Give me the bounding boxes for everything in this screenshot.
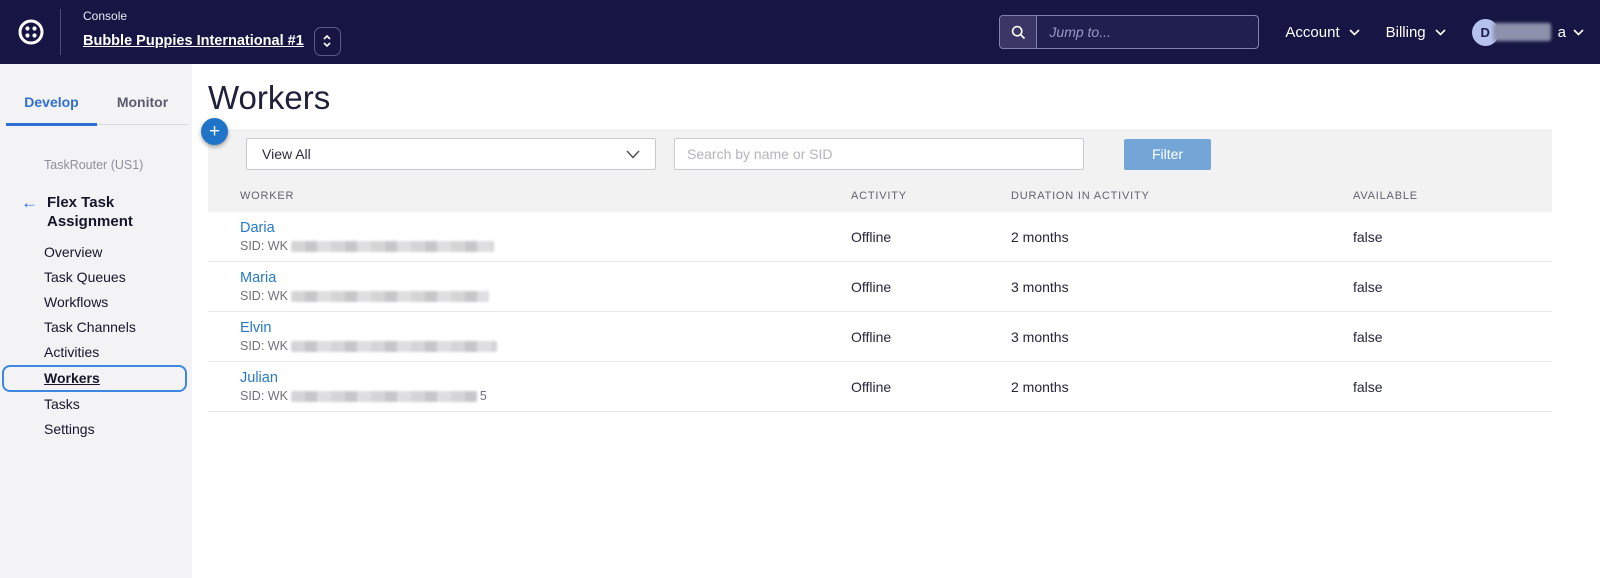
sid-label: SID: WK xyxy=(240,389,288,403)
jump-to-search xyxy=(999,15,1259,49)
account-switcher-button[interactable] xyxy=(314,27,341,56)
username-suffix: a xyxy=(1558,24,1566,41)
user-menu[interactable]: D a xyxy=(1472,19,1584,46)
activity-cell: Offline xyxy=(851,312,1011,361)
sid-label: SID: WK xyxy=(240,239,288,253)
activity-cell: Offline xyxy=(851,262,1011,311)
worker-name-link[interactable]: Elvin xyxy=(240,320,271,336)
main-content: Workers + View All Filter WORKER ACTIVIT… xyxy=(192,64,1600,578)
table-row: Julian SID: WK 5 Offline 2 months false xyxy=(208,362,1552,412)
table-header-row: WORKER ACTIVITY DURATION IN ACTIVITY AVA… xyxy=(208,179,1552,212)
available-cell: false xyxy=(1353,362,1552,411)
worker-name-link[interactable]: Daria xyxy=(240,220,275,236)
billing-menu[interactable]: Billing xyxy=(1386,24,1446,41)
worker-name-link[interactable]: Julian xyxy=(240,370,278,386)
filter-button[interactable]: Filter xyxy=(1124,139,1211,170)
tab-monitor[interactable]: Monitor xyxy=(97,84,188,126)
search-icon[interactable] xyxy=(1000,16,1037,48)
top-navigation-bar: Console Bubble Puppies International #1 … xyxy=(0,0,1600,64)
table-row: Maria SID: WK Offline 3 months false xyxy=(208,262,1552,312)
divider xyxy=(60,9,61,55)
tab-develop[interactable]: Develop xyxy=(6,84,97,126)
sidebar-item-settings[interactable]: Settings xyxy=(0,417,192,442)
available-cell: false xyxy=(1353,212,1552,261)
table-row: Daria SID: WK Offline 2 months false xyxy=(208,212,1552,262)
workers-toolbar: View All Filter xyxy=(208,129,1552,179)
redacted-username xyxy=(1493,23,1551,41)
column-header-worker: WORKER xyxy=(240,190,851,202)
jump-to-input[interactable] xyxy=(1037,16,1258,48)
account-menu[interactable]: Account xyxy=(1285,24,1359,41)
account-block: Console Bubble Puppies International #1 xyxy=(83,9,341,56)
sidebar-item-workers[interactable]: Workers xyxy=(2,365,187,392)
redacted-sid xyxy=(291,391,477,402)
duration-cell: 3 months xyxy=(1011,262,1353,311)
workers-panel: View All Filter WORKER ACTIVITY DURATION… xyxy=(208,129,1552,212)
account-name-link[interactable]: Bubble Puppies International #1 xyxy=(83,33,304,49)
worker-search-input[interactable] xyxy=(674,138,1084,170)
console-label: Console xyxy=(83,9,341,23)
duration-cell: 2 months xyxy=(1011,362,1353,411)
redacted-sid xyxy=(291,341,497,352)
sidebar-item-task-queues[interactable]: Task Queues xyxy=(0,265,192,290)
sid-label: SID: WK xyxy=(240,339,288,353)
available-cell: false xyxy=(1353,312,1552,361)
available-cell: false xyxy=(1353,262,1552,311)
activity-cell: Offline xyxy=(851,362,1011,411)
redacted-sid xyxy=(291,241,494,252)
duration-cell: 2 months xyxy=(1011,212,1353,261)
sid-visible-suffix: 5 xyxy=(480,389,487,403)
column-header-duration: DURATION IN ACTIVITY xyxy=(1011,190,1353,202)
view-filter-value: View All xyxy=(262,146,311,162)
chevron-down-icon xyxy=(1349,29,1360,36)
section-label: TaskRouter (US1) xyxy=(44,158,192,172)
sidebar-nav: Overview Task Queues Workflows Task Chan… xyxy=(0,240,192,442)
billing-menu-label: Billing xyxy=(1386,24,1426,41)
view-filter-select[interactable]: View All xyxy=(246,138,656,170)
twilio-logo-icon[interactable] xyxy=(16,17,46,47)
back-arrow-icon[interactable]: ← xyxy=(21,193,38,231)
sidebar-item-activities[interactable]: Activities xyxy=(0,340,192,365)
column-header-available: AVAILABLE xyxy=(1353,190,1552,202)
column-header-activity: ACTIVITY xyxy=(851,190,1011,202)
sidebar-item-tasks[interactable]: Tasks xyxy=(0,392,192,417)
sidebar-item-workflows[interactable]: Workflows xyxy=(0,290,192,315)
chevron-down-icon xyxy=(1573,29,1584,36)
sidebar-item-overview[interactable]: Overview xyxy=(0,240,192,265)
sidebar-tabs: Develop Monitor xyxy=(6,84,188,125)
add-worker-button[interactable]: + xyxy=(201,118,228,145)
sidebar-item-task-channels[interactable]: Task Channels xyxy=(0,315,192,340)
workers-table: Daria SID: WK Offline 2 months false Mar… xyxy=(208,212,1552,412)
sid-label: SID: WK xyxy=(240,289,288,303)
chevron-down-icon xyxy=(1435,29,1446,36)
redacted-sid xyxy=(291,291,489,302)
duration-cell: 3 months xyxy=(1011,312,1353,361)
account-menu-label: Account xyxy=(1285,24,1339,41)
chevron-down-icon xyxy=(626,150,640,159)
sidebar: Develop Monitor TaskRouter (US1) ← Flex … xyxy=(0,64,192,578)
activity-cell: Offline xyxy=(851,212,1011,261)
worker-name-link[interactable]: Maria xyxy=(240,270,276,286)
table-row: Elvin SID: WK Offline 3 months false xyxy=(208,312,1552,362)
sidebar-section-title: Flex Task Assignment xyxy=(47,193,155,231)
page-title: Workers xyxy=(208,79,1600,117)
